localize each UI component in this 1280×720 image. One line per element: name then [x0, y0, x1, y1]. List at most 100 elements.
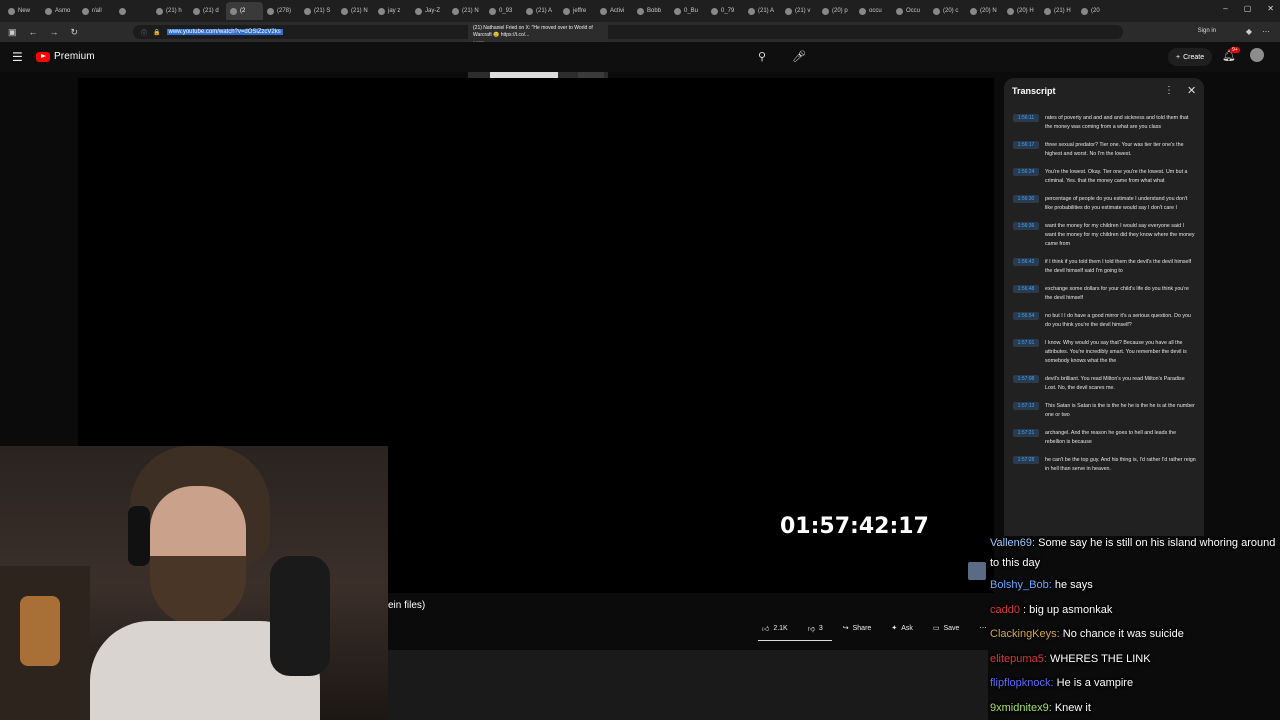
chat-text: WHERES THE LINK	[1049, 652, 1151, 665]
transcript-timestamp[interactable]: 1:56:36	[1013, 222, 1039, 230]
browser-tab[interactable]: Activi	[596, 2, 633, 20]
reload-icon[interactable]: ↻	[71, 27, 79, 38]
browser-tab[interactable]: (21) d	[189, 2, 226, 20]
create-button[interactable]: + Create	[1168, 48, 1213, 66]
browser-tab[interactable]: (20) H	[1003, 2, 1040, 20]
tab-label: jeffre	[573, 8, 587, 14]
close-icon[interactable]: ✕	[1187, 84, 1196, 97]
transcript-text: exchange some dollars for your child's l…	[1045, 286, 1189, 301]
menu-icon[interactable]: ☰	[12, 50, 23, 64]
transcript-segment[interactable]: 1:56:36 want the money for my children I …	[1004, 222, 1204, 249]
save-label: Save	[943, 624, 960, 632]
browser-tab[interactable]: (20) N	[966, 2, 1003, 20]
browser-tab[interactable]: (21) N	[448, 2, 485, 20]
lock-icon[interactable]: 🔒	[153, 29, 160, 36]
dislike-button[interactable]: 👎︎ 3	[802, 619, 829, 637]
browser-tab[interactable]: (21) H	[1040, 2, 1077, 20]
browser-tab[interactable]: 0_Bu	[670, 2, 707, 20]
description-box[interactable]	[388, 650, 988, 720]
transcript-timestamp[interactable]: 1:57:28	[1013, 456, 1039, 464]
browser-tab[interactable]: Jay-Z	[411, 2, 448, 20]
browser-tab[interactable]: Occu	[892, 2, 929, 20]
transcript-segment[interactable]: 1:56:42 if I think if you told them I tol…	[1004, 258, 1204, 276]
transcript-timestamp[interactable]: 1:56:30	[1013, 195, 1039, 203]
transcript-timestamp[interactable]: 1:56:54	[1013, 312, 1039, 320]
tab-favicon-icon	[563, 7, 570, 15]
more-icon[interactable]: ⋯	[1262, 27, 1270, 36]
browser-tab[interactable]: New	[4, 2, 41, 20]
transcript-segment[interactable]: 1:57:13 This Satan is Satan is the is the…	[1004, 402, 1204, 420]
browser-tab[interactable]: (21) v	[781, 2, 818, 20]
sign-in-button[interactable]: Sign in	[1198, 28, 1216, 34]
tab-label: (278)	[277, 8, 292, 14]
sidebar-toggle-icon[interactable]: ▣	[8, 27, 17, 38]
youtube-header: ☰ Premium ⚲ 🎤︎ + Create 🔔︎ 9+	[0, 42, 1280, 72]
save-button[interactable]: ▭ Save	[927, 619, 966, 637]
browser-tab[interactable]: (21) A	[522, 2, 559, 20]
extension-icon[interactable]: ◆	[1246, 27, 1252, 36]
transcript-timestamp[interactable]: 1:57:21	[1013, 429, 1039, 437]
browser-tab[interactable]: (20	[1077, 2, 1114, 20]
browser-tab[interactable]: (21) h	[152, 2, 189, 20]
microphone-icon[interactable]: 🎤︎	[792, 50, 806, 63]
transcript-menu-icon[interactable]: ⋮	[1164, 85, 1174, 96]
transcript-timestamp[interactable]: 1:56:17	[1013, 141, 1039, 149]
browser-tab[interactable]: r/all	[78, 2, 115, 20]
browser-tab[interactable]	[115, 2, 152, 20]
transcript-timestamp[interactable]: 1:56:48	[1013, 285, 1039, 293]
transcript-timestamp[interactable]: 1:57:01	[1013, 339, 1039, 347]
browser-tab[interactable]: (21) A	[744, 2, 781, 20]
url-bar[interactable]: ⓘ 🔒 www.youtube.com/watch?v=dOSlZzcV2ks	[133, 25, 1123, 39]
close-window-icon[interactable]: ✕	[1267, 4, 1274, 13]
like-button[interactable]: 👍︎ 2.1K	[756, 619, 794, 637]
info-icon[interactable]: ⓘ	[141, 28, 147, 37]
tab-label: (2	[240, 8, 246, 14]
transcript-timestamp[interactable]: 1:57:08	[1013, 375, 1039, 383]
chat-message: Bolshy_Bob: he says	[990, 573, 1280, 598]
browser-tab[interactable]: (21) N	[337, 2, 374, 20]
tab-label: Asmo	[55, 8, 71, 14]
forward-icon[interactable]: →	[50, 27, 59, 38]
transcript-segment[interactable]: 1:57:28 he can't be the top guy. And his …	[1004, 456, 1204, 474]
transcript-timestamp[interactable]: 1:56:24	[1013, 168, 1039, 176]
browser-tab[interactable]: (21) S	[300, 2, 337, 20]
minimize-icon[interactable]: –	[1223, 4, 1227, 13]
transcript-panel: Transcript ⋮ ✕ 1:56:11 rates of poverty a…	[1004, 78, 1204, 536]
tab-label: (20) H	[1017, 8, 1034, 14]
transcript-list: 1:56:11 rates of poverty and and and and …	[1004, 114, 1204, 483]
browser-tab[interactable]: Bobb	[633, 2, 670, 20]
browser-tab[interactable]: jay z	[374, 2, 411, 20]
youtube-logo[interactable]: Premium	[36, 51, 95, 62]
ask-button[interactable]: ✦ Ask	[885, 619, 919, 637]
transcript-segment[interactable]: 1:57:08 devil's brilliant. You read Milto…	[1004, 375, 1204, 393]
browser-tab[interactable]: occu	[855, 2, 892, 20]
share-button[interactable]: ↪ Share	[837, 619, 878, 637]
transcript-segment[interactable]: 1:56:30 percentage of people do you estim…	[1004, 195, 1204, 213]
browser-tab[interactable]: 0_79	[707, 2, 744, 20]
transcript-timestamp[interactable]: 1:57:13	[1013, 402, 1039, 410]
browser-tab[interactable]: (278)	[263, 2, 300, 20]
browser-tab[interactable]: jeffre	[559, 2, 596, 20]
url-text[interactable]: www.youtube.com/watch?v=dOSlZzcV2ks	[166, 29, 283, 35]
back-icon[interactable]: ←	[29, 27, 38, 38]
browser-tab[interactable]: (2	[226, 2, 263, 20]
tab-favicon-icon	[193, 7, 200, 15]
transcript-timestamp[interactable]: 1:56:42	[1013, 258, 1039, 266]
browser-tab[interactable]: (20) c	[929, 2, 966, 20]
transcript-segment[interactable]: 1:56:24 You're the lowest. Okay. Tier one…	[1004, 168, 1204, 186]
browser-tab[interactable]: (20) p	[818, 2, 855, 20]
avatar[interactable]	[1250, 48, 1264, 62]
search-icon[interactable]: ⚲	[758, 50, 766, 63]
transcript-segment[interactable]: 1:56:54 no but I I do have a good mirror …	[1004, 312, 1204, 330]
transcript-timestamp[interactable]: 1:56:11	[1013, 114, 1039, 122]
transcript-segment[interactable]: 1:56:48 exchange some dollars for your ch…	[1004, 285, 1204, 303]
video-timecode: 01:57:42:17	[780, 514, 929, 539]
transcript-segment[interactable]: 1:56:11 rates of poverty and and and and …	[1004, 114, 1204, 132]
transcript-segment[interactable]: 1:57:21 archangel. And the reason he goes…	[1004, 429, 1204, 447]
maximize-icon[interactable]: ▢	[1244, 4, 1252, 13]
transcript-segment[interactable]: 1:57:01 I know. Why would you say that? B…	[1004, 339, 1204, 366]
transcript-segment[interactable]: 1:56:17 three sexual predator? Tier one. …	[1004, 141, 1204, 159]
chat-badge-icon	[968, 562, 986, 580]
browser-tab[interactable]: Asmo	[41, 2, 78, 20]
browser-tab[interactable]: 0_93	[485, 2, 522, 20]
